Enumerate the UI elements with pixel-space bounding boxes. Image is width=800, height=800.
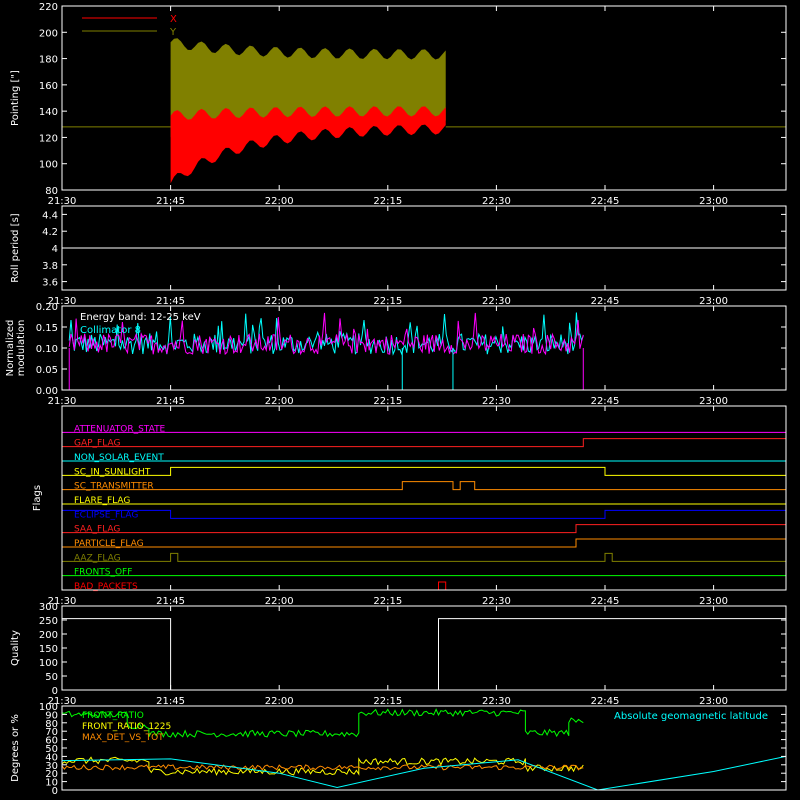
pointing-xtick-label: 22:30 [482,196,511,207]
flags-xtick-label: 22:00 [265,596,294,607]
flags-xtick-label: 21:45 [156,596,185,607]
pointing-xtick-label: 21:45 [156,196,185,207]
flag-label-fronts_off: FRONTS_OFF [74,568,132,578]
modulation-xtick-label: 22:00 [265,396,294,407]
roll-ytick-label: 4.2 [42,227,58,238]
ratios-ylabel: Degrees or % [10,714,21,782]
modulation-legend-collimator: Collimator 8 [80,325,141,336]
pointing-xtick-label: 22:15 [373,196,402,207]
modulation-ytick-label: 0.00 [36,386,58,397]
quality-ytick-label: 250 [39,616,58,627]
flag-label-flare_flag: FLARE_FLAG [74,496,130,506]
flag-line-particle_flag [62,538,786,548]
ratios-legend-max_det_vs_tot: MAX_DET_VS_TOT [82,733,164,743]
modulation-xtick-label: 22:45 [591,396,620,407]
quality-xtick-label: 22:45 [591,696,620,707]
flag-label-aaz_flag: AAZ_FLAG [74,553,121,563]
pointing-xtick-label: 21:30 [48,196,77,207]
ratios-legend-geomag: Absolute geomagnetic latitude [614,711,768,722]
roll-ytick-label: 3.8 [42,261,58,272]
flag-line-sc_in_sunlight [62,466,786,476]
flags-frame [61,405,787,591]
ratios-legend-front_ratio: FRONT_RATIO [82,711,144,721]
modulation-xtick-label: 21:45 [156,396,185,407]
modulation-ylabel: modulation [16,320,27,377]
roll-ylabel: Roll period [s] [10,213,21,282]
modulation-xtick-label: 22:30 [482,396,511,407]
roll-xtick-label: 22:00 [265,296,294,307]
quality-ylabel: Quality [10,630,21,666]
pointing-ytick-label: 140 [39,107,58,118]
flags-xtick-label: 22:30 [482,596,511,607]
pointing-ytick-label: 180 [39,55,58,66]
roll-ytick-label: 3.6 [42,278,58,289]
roll-ytick-label: 4.4 [42,210,58,221]
ratios-legend-front_ratio_1225: FRONT_RATIO_1225 [82,722,171,732]
roll-xtick-label: 21:45 [156,296,185,307]
roll-xtick-label: 23:00 [699,296,728,307]
quality-ytick-label: 200 [39,630,58,641]
chart-canvas: 21:30 21:45 22:00 22:15 22:30 22:45 23:00 80 100… [5,2,787,797]
flag-label-sc_in_sunlight: SC_IN_SUNLIGHT [74,467,151,477]
flag-line-eclipse_flag [62,509,786,519]
flags-xtick-label: 22:45 [591,596,620,607]
flag-label-gap_flag: GAP_FLAG [74,439,120,449]
modulation-xtick-label: 21:30 [48,396,77,407]
modulation-ytick-label: 0.10 [36,344,58,355]
pointing-legend-label-x: X [170,14,177,25]
modulation-ylabel: Normalized [5,320,16,377]
quality-xtick-label: 23:00 [699,696,728,707]
quality-xtick-label: 22:30 [482,696,511,707]
flags-ylabel: Flags [32,485,43,511]
pointing-ylabel: Pointing ["] [10,70,21,126]
quality-xtick-label: 22:00 [265,696,294,707]
modulation-ytick-label: 0.20 [36,302,58,313]
roll-ytick-label: 4 [52,244,58,255]
quality-ytick-label: 0 [52,686,58,697]
flags-xtick-label: 22:15 [373,596,402,607]
pointing-ytick-label: 220 [39,2,58,13]
quality-ytick-label: 300 [39,602,58,613]
modulation-xtick-label: 23:00 [699,396,728,407]
flag-label-eclipse_flag: ECLIPSE_FLAG [74,510,138,520]
quality-ytick-label: 150 [39,644,58,655]
flag-line-aaz_flag [62,552,786,562]
pointing-ytick-label: 80 [45,186,58,197]
flag-label-sc_transmitter: SC_TRANSMITTER [74,482,154,492]
modulation-ytick-label: 0.05 [36,365,58,376]
pointing-ytick-label: 160 [39,81,58,92]
quality-xtick-label: 21:45 [156,696,185,707]
pointing-xtick-label: 22:00 [265,196,294,207]
quality-ytick-label: 100 [39,658,58,669]
flag-label-saa_flag: SAA_FLAG [74,525,120,535]
quality-ytick-label: 50 [45,672,58,683]
flag-label-attenuator_state: ATTENUATOR_STATE [74,424,166,434]
pointing-legend-label-y: Y [169,27,177,38]
pointing-ytick-label: 100 [39,160,58,171]
modulation-legend-energy: Energy band: 12-25 keV [80,312,201,323]
flag-label-non_solar_event: NON_SOLAR_EVENT [74,453,164,463]
pointing-xtick-label: 23:00 [699,196,728,207]
pointing-ytick-label: 120 [39,133,58,144]
flags-xtick-label: 23:00 [699,596,728,607]
quality-line [62,618,786,691]
roll-xtick-label: 22:30 [482,296,511,307]
ratios-ytick-label: 100 [39,702,58,713]
modulation-xtick-label: 22:15 [373,396,402,407]
flag-line-gap_flag [62,438,786,448]
quality-xtick-label: 22:15 [373,696,402,707]
flag-line-sc_transmitter [62,481,786,491]
modulation-ytick-label: 0.15 [36,323,58,334]
flag-label-particle_flag: PARTICLE_FLAG [74,539,144,549]
pointing-ytick-label: 200 [39,28,58,39]
flag-line-saa_flag [62,524,786,534]
roll-xtick-label: 22:15 [373,296,402,307]
roll-xtick-label: 22:45 [591,296,620,307]
pointing-xtick-label: 22:45 [591,196,620,207]
